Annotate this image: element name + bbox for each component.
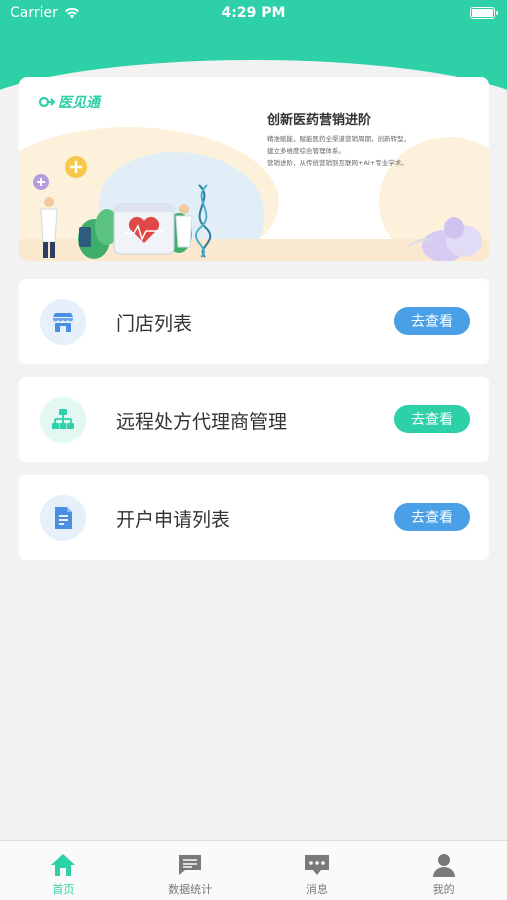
tab-statistics[interactable]: 数据统计 — [127, 841, 254, 900]
medical-illustration — [33, 156, 212, 259]
org-chart-icon — [40, 397, 86, 443]
store-list-card[interactable]: 门店列表 去查看 — [19, 279, 489, 364]
view-agent-management-button[interactable]: 去查看 — [394, 405, 470, 433]
banner-title: 创新医药营销进阶 — [267, 113, 372, 128]
message-icon — [303, 851, 331, 879]
view-store-list-button[interactable]: 去查看 — [394, 307, 470, 335]
status-bar: Carrier 4:29 PM — [0, 0, 507, 28]
card-title: 门店列表 — [116, 313, 193, 335]
user-icon — [430, 851, 458, 879]
banner-text-line: 营销进阶，从传统营销到互联网+AI+专业学术。 — [267, 159, 408, 167]
agent-management-card[interactable]: 远程处方代理商管理 去查看 — [19, 377, 489, 462]
home-icon — [49, 851, 77, 879]
tab-label: 消息 — [305, 883, 328, 896]
view-account-application-button[interactable]: 去查看 — [394, 503, 470, 531]
store-icon — [40, 299, 86, 345]
promo-banner[interactable]: 医见通 创新医药营销进阶 精准赋能，赋能医药全渠道营销周期，创新转型， 建立多维… — [19, 77, 489, 261]
tab-profile[interactable]: 我的 — [380, 841, 507, 900]
logo-mark-icon — [39, 96, 55, 108]
battery-icon — [470, 7, 498, 19]
banner-text-line: 建立多维度综合管理体系。 — [267, 147, 345, 155]
chat-bubble-icon — [176, 851, 204, 879]
tab-bar: 首页 数据统计 消息 我的 — [0, 840, 507, 900]
document-icon — [40, 495, 86, 541]
account-application-card[interactable]: 开户申请列表 去查看 — [19, 475, 489, 560]
tab-label: 首页 — [52, 883, 75, 896]
flower-decoration — [408, 217, 482, 261]
tab-label: 我的 — [432, 883, 455, 896]
tab-home[interactable]: 首页 — [0, 841, 127, 900]
status-time: 4:29 PM — [221, 5, 286, 21]
tab-messages[interactable]: 消息 — [254, 841, 381, 900]
card-title: 开户申请列表 — [116, 509, 231, 531]
app-logo: 医见通 — [39, 92, 100, 112]
app-logo-text: 医见通 — [58, 95, 100, 111]
banner-text-line: 精准赋能，赋能医药全渠道营销周期，创新转型， — [267, 135, 410, 143]
tab-label: 数据统计 — [168, 883, 213, 896]
card-title: 远程处方代理商管理 — [116, 411, 288, 433]
